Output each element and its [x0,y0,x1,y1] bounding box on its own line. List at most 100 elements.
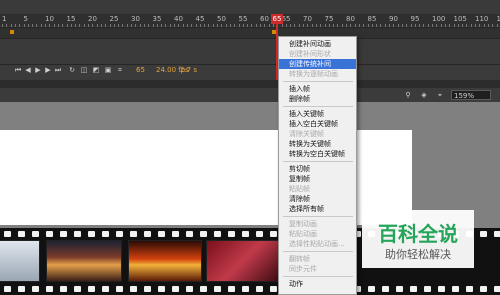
current-frame-readout[interactable]: 65 [136,66,145,74]
watermark-title: 百科全说 [378,222,458,246]
photo-frame [0,240,40,282]
film-perforation [228,231,235,237]
film-perforation [382,286,389,292]
menu-item: 粘贴帧 [289,185,310,193]
ruler-number: 20 [88,15,97,23]
film-perforation [60,231,67,237]
ruler-number: 75 [324,15,334,23]
menu-item: 粘贴动画 [289,230,317,238]
playhead-frame-label[interactable]: 65 [271,14,283,24]
film-perforation [396,286,403,292]
menu-separator [283,81,353,82]
ruler-number: 85 [367,15,377,23]
ruler-number: 90 [389,15,398,23]
film-perforation [200,286,207,292]
menu-separator [283,161,353,162]
photo-frame [128,240,202,282]
menu-item: 同步元件 [289,265,317,273]
watermark-subtitle: 助你轻松解决 [385,248,451,261]
loop-icon[interactable]: ↻ [68,66,76,74]
film-perforation [88,286,95,292]
film-perforation [494,231,500,237]
film-perforation [368,286,375,292]
onion-skin-icon[interactable]: ◫ [80,66,88,74]
film-perforation [172,231,179,237]
film-perforation [88,231,95,237]
menu-item[interactable]: 转换为空白关键帧 [279,149,356,159]
film-perforation [32,231,39,237]
menu-item[interactable]: 删除帧 [279,94,356,104]
crosshair-icon[interactable]: ⌖ [436,91,444,99]
film-perforation [270,231,277,237]
onion-markers-icon[interactable]: ⌗ [116,66,124,74]
film-perforation [158,231,165,237]
menu-separator [283,216,353,217]
layer-track[interactable] [0,27,500,39]
keyframe-marker[interactable] [10,30,14,34]
next-frame-icon[interactable]: ▶ [44,66,52,74]
play-icon[interactable]: ▶ [34,66,42,74]
prev-frame-icon[interactable]: ◀ [24,66,32,74]
film-perforation [480,286,487,292]
menu-item[interactable]: 剪切帧 [279,164,356,174]
film-perforation [186,286,193,292]
ruler-number: 35 [152,15,162,23]
ruler-number: 55 [238,15,248,23]
film-perforation [102,231,109,237]
ruler-number: 30 [131,15,140,23]
film-perforation [242,286,249,292]
ruler-number: 5 [23,15,28,23]
onion-outline-icon[interactable]: ◩ [92,66,100,74]
film-perforation [4,286,11,292]
first-frame-icon[interactable]: ⏮ [14,66,22,74]
menu-item[interactable]: 插入帧 [279,84,356,94]
menu-item[interactable]: 创建传统补间 [279,59,356,69]
film-perforation [452,286,459,292]
edit-multiple-frames-icon[interactable]: ▣ [104,66,112,74]
menu-item[interactable]: 复制帧 [279,174,356,184]
film-perforation [116,231,123,237]
film-perforation [46,231,53,237]
snap-icon[interactable]: ⚲ [404,91,412,99]
ruler-number: 70 [303,15,312,23]
ruler-number: 110 [475,15,489,23]
menu-separator [283,251,353,252]
film-perforation [144,286,151,292]
film-perforation [242,231,249,237]
film-perforation [270,286,277,292]
film-perforation [214,231,221,237]
ruler-number: 1 [2,15,7,23]
ruler-number: 10 [45,15,54,23]
menu-item[interactable]: 清除帧 [279,194,356,204]
film-perforation [102,286,109,292]
film-perforation [410,286,417,292]
menu-item[interactable]: 创建补间动画 [279,39,356,49]
menu-item: 清除关键帧 [289,130,324,138]
film-perforation [228,286,235,292]
film-perforation [214,286,221,292]
ruler-number: 25 [109,15,119,23]
last-frame-icon[interactable]: ⏭ [54,66,62,74]
ruler-number: 45 [195,15,205,23]
menu-item[interactable]: 插入关键帧 [279,109,356,119]
clip-icon[interactable]: ◈ [420,91,428,99]
menu-item[interactable]: 动作 [279,279,356,289]
ruler-number: 50 [217,15,226,23]
film-perforation [74,286,81,292]
ruler-number: 115 [496,15,500,23]
menu-item: 翻转帧 [289,255,310,263]
menu-item: 转换为逐帧动画 [289,70,338,78]
film-perforation [480,231,487,237]
menu-item[interactable]: 插入空白关键帧 [279,119,356,129]
film-perforation [200,231,207,237]
ruler-number: 100 [432,15,446,23]
context-menu: 创建补间动画 创建补间形状 创建传统补间 转换为逐帧动画 插入帧 删除帧 插入关键帧 插入空白… [278,36,357,295]
zoom-select[interactable]: 159% [451,90,491,100]
film-perforation [158,286,165,292]
film-perforation [18,286,25,292]
time-readout[interactable]: 2.7 s [180,66,197,74]
photo-frame [206,240,280,282]
menu-item[interactable]: 选择所有帧 [279,204,356,214]
menu-item[interactable]: 转换为关键帧 [279,139,356,149]
ruler-number: 40 [174,15,183,23]
